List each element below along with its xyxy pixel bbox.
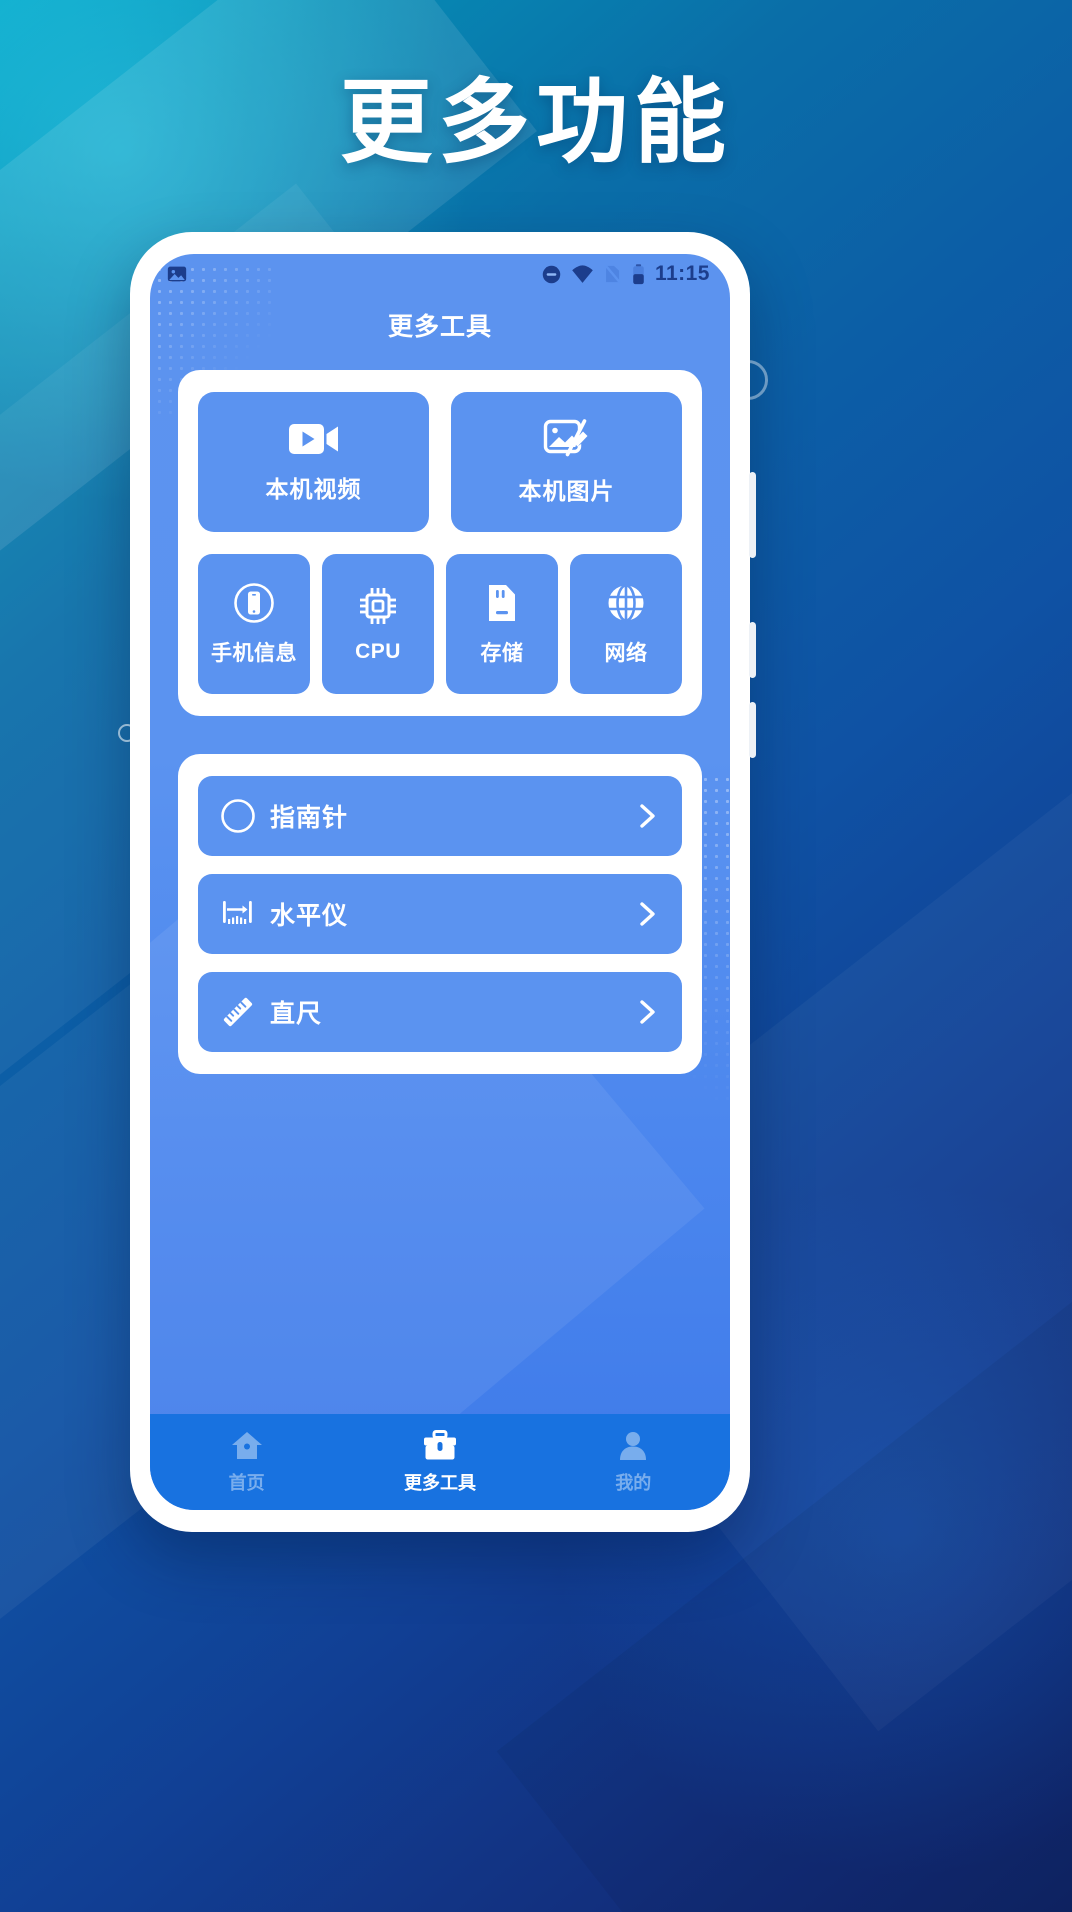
status-bar-left bbox=[166, 263, 188, 285]
tile-cpu[interactable]: CPU bbox=[322, 554, 434, 694]
big-tile-row: 本机视频 本机图片 bbox=[198, 392, 682, 532]
phone-side-button-up bbox=[749, 622, 756, 678]
tile-label: 本机视频 bbox=[265, 476, 362, 502]
chevron-right-icon bbox=[632, 899, 662, 929]
phone-right-accent-dot bbox=[728, 360, 768, 400]
globe-icon bbox=[604, 581, 648, 625]
phone-screen: 11:15 更多工具 本机视频 本机图片 手机信息 CPU 存储 网络 指南针 … bbox=[150, 254, 730, 1510]
poster-title: 更多功能 bbox=[339, 69, 732, 176]
list-item-label: 直尺 bbox=[270, 1000, 323, 1028]
phone-info-icon bbox=[232, 581, 276, 625]
nav-item-label: 我的 bbox=[615, 1472, 652, 1493]
status-bar: 11:15 bbox=[150, 254, 730, 294]
bottom-navigation-bar: 首页 更多工具 我的 bbox=[150, 1414, 730, 1510]
tile-local-images[interactable]: 本机图片 bbox=[451, 392, 682, 532]
grid-card: 本机视频 本机图片 手机信息 CPU 存储 网络 bbox=[178, 370, 702, 716]
ruler-icon bbox=[220, 994, 256, 1030]
list-item-compass[interactable]: 指南针 bbox=[198, 776, 682, 856]
tile-label: CPU bbox=[355, 640, 401, 663]
tile-storage[interactable]: 存储 bbox=[446, 554, 558, 694]
status-bar-right: 11:15 bbox=[541, 262, 710, 286]
tile-network[interactable]: 网络 bbox=[570, 554, 682, 694]
compass-icon bbox=[220, 798, 256, 834]
toolbox-icon bbox=[422, 1429, 458, 1462]
nav-item-label: 更多工具 bbox=[403, 1472, 476, 1493]
tile-label: 手机信息 bbox=[211, 642, 297, 665]
nav-item-profile[interactable]: 我的 bbox=[537, 1430, 730, 1495]
tile-label: 本机图片 bbox=[518, 478, 615, 504]
list-item-level[interactable]: 水平仪 bbox=[198, 874, 682, 954]
nav-item-label: 首页 bbox=[228, 1472, 265, 1493]
nav-item-home[interactable]: 首页 bbox=[150, 1430, 343, 1495]
home-icon bbox=[230, 1430, 264, 1462]
cpu-chip-icon bbox=[356, 584, 400, 628]
tile-local-video[interactable]: 本机视频 bbox=[198, 392, 429, 532]
video-camera-icon bbox=[288, 420, 340, 458]
battery-icon bbox=[631, 263, 646, 286]
level-icon bbox=[220, 896, 256, 932]
status-bar-time: 11:15 bbox=[654, 262, 710, 285]
list-item-label: 水平仪 bbox=[270, 902, 349, 930]
image-edit-icon bbox=[543, 418, 591, 460]
list-card: 指南针 水平仪 直尺 bbox=[178, 754, 702, 1074]
list-item-label: 指南针 bbox=[270, 804, 349, 832]
image-icon bbox=[166, 263, 188, 285]
tile-label: 网络 bbox=[604, 642, 648, 665]
sim-off-icon bbox=[603, 263, 622, 285]
content-area: 本机视频 本机图片 手机信息 CPU 存储 网络 指南针 水平仪 直尺 bbox=[150, 356, 730, 1414]
chevron-right-icon bbox=[632, 997, 662, 1027]
poster-background: 更多功能 11:15 更多工具 本机视频 本机图片 手机信息 CPU 存储 网络… bbox=[0, 0, 1072, 1912]
tile-label: 存储 bbox=[480, 642, 524, 665]
tile-phone-info[interactable]: 手机信息 bbox=[198, 554, 310, 694]
person-icon bbox=[616, 1430, 650, 1462]
phone-mockup-frame: 11:15 更多工具 本机视频 本机图片 手机信息 CPU 存储 网络 指南针 … bbox=[118, 232, 768, 1532]
do-not-disturb-icon bbox=[541, 264, 562, 285]
chevron-right-icon bbox=[632, 801, 662, 831]
nav-item-more-tools[interactable]: 更多工具 bbox=[343, 1429, 536, 1495]
list-item-ruler[interactable]: 直尺 bbox=[198, 972, 682, 1052]
sd-card-icon bbox=[483, 581, 521, 625]
phone-left-accent-dot bbox=[118, 724, 136, 742]
small-tile-row: 手机信息 CPU 存储 网络 bbox=[198, 554, 682, 694]
wifi-icon bbox=[571, 264, 594, 285]
app-title: 更多工具 bbox=[387, 313, 492, 341]
phone-side-button-volume bbox=[749, 472, 756, 558]
phone-side-button-down bbox=[749, 702, 756, 758]
